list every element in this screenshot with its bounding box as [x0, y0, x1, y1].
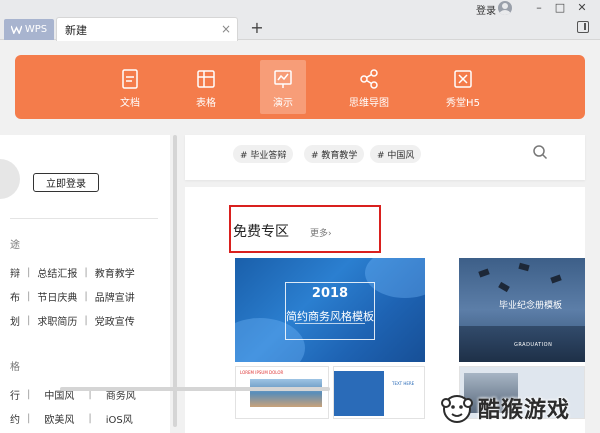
nav-item-mindmap[interactable]: 思维导图 — [345, 60, 393, 114]
document-icon — [122, 69, 138, 89]
nav-item-spreadsheet[interactable]: 表格 — [183, 60, 229, 114]
category-item[interactable]: 总结汇报 — [37, 265, 77, 280]
nav-item-presentation-label: 演示 — [273, 98, 293, 109]
sidebar-toggle-icon[interactable] — [577, 21, 589, 33]
minimize-icon[interactable]: – — [530, 1, 548, 15]
category-row: 约 | 欧美风 | iOS风 — [10, 411, 133, 426]
maximize-icon[interactable]: □ — [551, 1, 569, 15]
card-title: 毕业纪念册模板 — [499, 301, 563, 311]
user-avatar-icon[interactable] — [498, 1, 512, 15]
monkey-logo-icon — [441, 395, 473, 423]
template-card-graduation[interactable]: 毕业纪念册模板 GRADUATION — [459, 258, 585, 362]
sidebar-scrollbar[interactable] — [173, 135, 177, 427]
login-link[interactable]: 登录 — [476, 2, 496, 17]
category-item[interactable]: 党政宣传 — [95, 313, 135, 328]
card-underline — [295, 323, 365, 324]
watermark: 酷猴游戏 — [440, 388, 600, 428]
template-card-business[interactable]: 2018 简约商务风格模板 — [235, 258, 425, 362]
mini-header: LOREM IPSUM DOLOR — [240, 370, 284, 375]
login-now-button[interactable]: 立即登录 — [33, 173, 99, 192]
content-area: 文档 表格 演示 思维导图 秀堂H5 立即登录 途 辩 | 总结汇报 | 教育教学 — [0, 41, 600, 433]
sidebar-section-head: 途 — [10, 240, 20, 251]
more-link[interactable]: 更多› — [310, 226, 332, 239]
nav-item-spreadsheet-label: 表格 — [196, 98, 216, 109]
tab-new[interactable]: 新建 × — [56, 17, 238, 41]
wps-logo-icon — [10, 25, 22, 34]
category-row: 布 | 节日庆典 | 品牌宣讲 — [10, 289, 135, 304]
tab-new-label: 新建 — [65, 23, 87, 37]
category-item[interactable]: 品牌宣讲 — [95, 289, 135, 304]
avatar — [0, 159, 20, 199]
category-item[interactable]: 布 — [10, 289, 20, 304]
presentation-icon — [274, 70, 292, 88]
mini-photo — [250, 379, 322, 407]
wps-app-tab-label: WPS — [24, 24, 48, 35]
category-item[interactable]: 辩 — [10, 265, 20, 280]
card-subtitle: GRADUATION — [514, 342, 553, 348]
wps-app-tab[interactable]: WPS — [4, 19, 54, 40]
add-tab-icon[interactable]: + — [247, 18, 267, 38]
free-zone-title: 免费专区 — [233, 224, 289, 240]
category-item[interactable]: 划 — [10, 313, 20, 328]
h5-icon — [454, 70, 472, 88]
hot-tag[interactable]: # 教育教学 — [304, 145, 365, 163]
app-nav-bar: 文档 表格 演示 思维导图 秀堂H5 — [15, 55, 585, 119]
category-item[interactable]: 教育教学 — [95, 265, 135, 280]
category-item[interactable]: 约 — [10, 411, 20, 426]
card-title: 简约商务风格模板 — [286, 310, 374, 323]
category-item[interactable]: 行 — [10, 387, 20, 402]
nav-item-h5-label: 秀堂H5 — [446, 98, 480, 109]
category-item[interactable]: 欧美风 — [44, 411, 74, 426]
mini-block — [334, 371, 384, 416]
sidebar-section-head: 格 — [10, 362, 20, 373]
title-bar: WPS 新建 × + 登录 – □ ✕ — [0, 0, 600, 41]
search-icon[interactable] — [532, 144, 548, 160]
nav-item-document-label: 文档 — [120, 98, 140, 109]
category-item[interactable]: 求职简历 — [37, 313, 77, 328]
mini-text: TEXT HERE — [392, 381, 415, 386]
category-row: 辩 | 总结汇报 | 教育教学 — [10, 265, 135, 280]
spreadsheet-icon — [197, 70, 215, 88]
hot-tag[interactable]: # 中国风 — [370, 145, 422, 163]
close-window-icon[interactable]: ✕ — [573, 1, 591, 15]
nav-item-presentation[interactable]: 演示 — [260, 60, 306, 114]
tab-close-icon[interactable]: × — [221, 22, 231, 36]
watermark-text: 酷猴游戏 — [478, 398, 571, 423]
card-year: 2018 — [311, 286, 349, 301]
category-item[interactable]: 节日庆典 — [37, 289, 77, 304]
search-tag-bar: # 毕业答辩 # 教育教学 # 中国风 — [185, 135, 585, 180]
nav-item-h5[interactable]: 秀堂H5 — [439, 60, 487, 114]
sidebar-divider — [10, 218, 158, 219]
category-row: 划 | 求职简历 | 党政宣传 — [10, 313, 135, 328]
horizontal-scrollbar[interactable] — [60, 387, 330, 391]
category-item[interactable]: iOS风 — [106, 411, 133, 426]
template-card-mini[interactable]: TEXT HERE — [333, 366, 425, 419]
template-card-mini[interactable]: LOREM IPSUM DOLOR — [235, 366, 329, 419]
hot-tag[interactable]: # 毕业答辩 — [233, 145, 294, 163]
nav-item-document[interactable]: 文档 — [107, 60, 153, 114]
nav-item-mindmap-label: 思维导图 — [349, 98, 389, 109]
mindmap-icon — [360, 69, 378, 89]
